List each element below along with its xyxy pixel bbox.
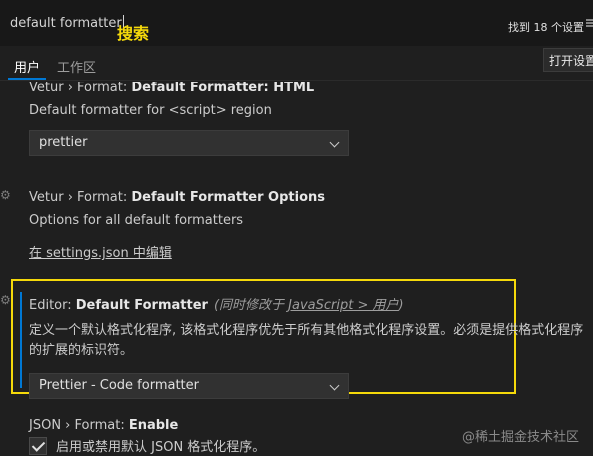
setting-vetur-default-formatter-options: Vetur › Format: Default Formatter Option…	[29, 190, 325, 228]
dropdown-value: Prettier - Code formatter	[39, 378, 199, 393]
watermark: @稀土掘金技术社区	[462, 430, 580, 445]
setting-description: Default formatter for <script> region	[29, 103, 272, 118]
settings-search-bar: default formatter 搜索 找到 18 个设置	[0, 0, 593, 46]
setting-dropdown[interactable]: Prettier - Code formatter	[29, 373, 349, 399]
modified-suffix: )	[398, 298, 404, 313]
setting-name: Default Formatter Options	[131, 190, 325, 205]
setting-category: JSON › Format:	[29, 418, 129, 433]
enable-json-formatter-checkbox[interactable]	[29, 436, 47, 455]
chevron-down-icon	[329, 380, 340, 391]
setting-description: 定义一个默认格式化程序, 该格式化程序优先于所有其他格式化程序设置。必须是提供格…	[29, 323, 584, 358]
setting-name: Enable	[128, 418, 179, 433]
setting-vetur-default-formatter-html: Vetur › Format: Default Formatter: HTML …	[29, 82, 349, 156]
active-tab-indicator	[8, 78, 46, 80]
focused-setting-indicator	[20, 292, 22, 388]
open-settings-button[interactable]: 打开设置	[543, 48, 593, 72]
search-annotation: 搜索	[117, 24, 150, 43]
setting-name: Default Formatter: HTML	[131, 82, 315, 95]
checkbox-label: 启用或禁用默认 JSON 格式化程序。	[56, 440, 266, 455]
chevron-down-icon	[329, 137, 340, 148]
search-input-value: default formatter	[10, 15, 122, 31]
setting-category: Vetur › Format:	[29, 82, 132, 95]
edit-in-settings-json-link[interactable]: 在 settings.json 中编辑	[29, 242, 172, 261]
setting-description: Options for all default formatters	[29, 213, 244, 228]
setting-title: Vetur › Format: Default Formatter Option…	[29, 190, 325, 205]
setting-checkbox-row: 启用或禁用默认 JSON 格式化程序。	[29, 436, 265, 455]
setting-category: Vetur › Format:	[29, 190, 132, 205]
modified-elsewhere-note: (同时修改于 JavaScript > 用户)	[214, 298, 404, 313]
setting-dropdown[interactable]: prettier	[29, 130, 349, 156]
result-count: 找到 18 个设置	[508, 21, 584, 34]
modified-scope-link[interactable]: JavaScript > 用户	[288, 298, 398, 313]
setting-title: Editor: Default Formatter (同时修改于 JavaScri…	[29, 294, 593, 313]
gear-icon[interactable]: ⚙	[0, 293, 12, 307]
tab-user[interactable]: 用户	[14, 57, 40, 76]
modified-prefix: (同时修改于	[213, 298, 289, 313]
setting-json-format-enable: JSON › Format: Enable	[29, 418, 178, 433]
tab-workspace[interactable]: 工作区	[57, 57, 96, 76]
setting-title: JSON › Format: Enable	[29, 418, 178, 433]
setting-title: Vetur › Format: Default Formatter: HTML	[29, 82, 349, 95]
setting-category: Editor:	[29, 298, 76, 313]
dropdown-value: prettier	[39, 135, 88, 150]
setting-name: Default Formatter	[75, 298, 208, 313]
search-input[interactable]: default formatter	[6, 8, 526, 38]
setting-editor-default-formatter: Editor: Default Formatter (同时修改于 JavaScri…	[29, 294, 593, 399]
filter-icon[interactable]	[586, 18, 593, 28]
gear-icon[interactable]: ⚙	[0, 188, 12, 202]
settings-scope-tabs: 用户 工作区	[0, 48, 593, 81]
settings-list: Vetur › Format: Default Formatter: HTML …	[0, 82, 593, 456]
